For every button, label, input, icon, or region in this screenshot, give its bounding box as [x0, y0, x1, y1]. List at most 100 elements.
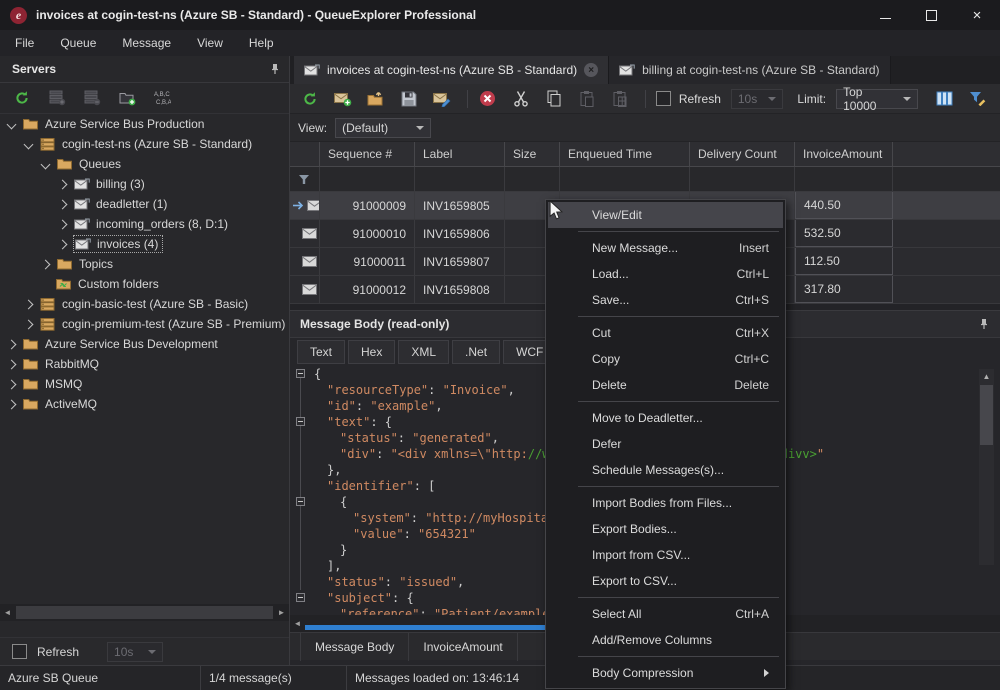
expand-right-icon[interactable]: [24, 299, 34, 309]
scroll-right-icon[interactable]: ►: [274, 605, 289, 620]
tree-item[interactable]: cogin-premium-test (Azure SB - Premium): [0, 314, 288, 334]
collapse-box-icon[interactable]: [296, 497, 305, 506]
minimize-button[interactable]: [862, 0, 908, 30]
scroll-left-icon[interactable]: ◄: [0, 605, 15, 620]
expand-right-icon[interactable]: [7, 399, 17, 409]
collapse-box-icon[interactable]: [296, 369, 305, 378]
delete-icon[interactable]: [478, 89, 498, 109]
expand-right-icon[interactable]: [7, 359, 17, 369]
tree-item[interactable]: incoming_orders (8, D:1): [0, 214, 288, 234]
expand-right-icon[interactable]: [7, 339, 17, 349]
menu-help[interactable]: Help: [236, 32, 287, 54]
refresh-icon[interactable]: [12, 88, 32, 108]
menu-file[interactable]: File: [2, 32, 47, 54]
format-tab-net[interactable]: .Net: [452, 340, 500, 364]
new-message-icon[interactable]: [333, 89, 353, 109]
tree-item[interactable]: deadletter (1): [0, 194, 288, 214]
grid-header-cell[interactable]: Enqueued Time: [560, 142, 690, 167]
tree-item[interactable]: Azure Service Bus Development: [0, 334, 288, 354]
tree-item[interactable]: ActiveMQ: [0, 394, 288, 414]
columns-icon[interactable]: [934, 89, 954, 109]
format-tab-hex[interactable]: Hex: [348, 340, 395, 364]
save-icon[interactable]: [399, 89, 419, 109]
copy-icon[interactable]: [544, 89, 564, 109]
context-menu-item[interactable]: Schedule Messages(s)...: [548, 457, 783, 483]
maximize-button[interactable]: [908, 0, 954, 30]
tree-item[interactable]: Custom folders: [0, 274, 288, 294]
context-menu-item[interactable]: CutCtrl+X: [548, 320, 783, 346]
grid-header-cell[interactable]: Sequence #: [320, 142, 415, 167]
tree-item[interactable]: cogin-test-ns (Azure SB - Standard): [0, 134, 288, 154]
context-menu-item[interactable]: CopyCtrl+C: [548, 346, 783, 372]
view-dropdown[interactable]: (Default): [335, 118, 431, 138]
filter-funnel-cell[interactable]: [290, 167, 320, 192]
menu-message[interactable]: Message: [109, 32, 184, 54]
format-tab-text[interactable]: Text: [297, 340, 345, 364]
menu-queue[interactable]: Queue: [47, 32, 109, 54]
edit-message-icon[interactable]: [432, 89, 452, 109]
fold-toggle-icon[interactable]: [290, 414, 314, 430]
menu-view[interactable]: View: [184, 32, 236, 54]
context-menu-item[interactable]: View/Edit: [548, 202, 783, 228]
fold-toggle-icon[interactable]: [290, 494, 314, 510]
tree-item[interactable]: cogin-basic-test (Azure SB - Basic): [0, 294, 288, 314]
tree-item[interactable]: Topics: [0, 254, 288, 274]
document-tab[interactable]: invoices at cogin-test-ns (Azure SB - St…: [294, 56, 609, 84]
context-menu-item[interactable]: Import Bodies from Files...: [548, 490, 783, 516]
collapse-box-icon[interactable]: [296, 417, 305, 426]
context-menu-item[interactable]: DeleteDelete: [548, 372, 783, 398]
scroll-up-icon[interactable]: ▲: [979, 369, 994, 383]
auto-refresh-checkbox[interactable]: [656, 91, 671, 106]
context-menu-item[interactable]: Export Bodies...: [548, 516, 783, 542]
expand-right-icon[interactable]: [24, 319, 34, 329]
filter-cell[interactable]: [415, 167, 505, 192]
context-menu-item[interactable]: Save...Ctrl+S: [548, 287, 783, 313]
tab-close-icon[interactable]: ×: [584, 63, 598, 77]
close-button[interactable]: ×: [954, 0, 1000, 30]
scroll-left-icon[interactable]: ◄: [290, 616, 305, 631]
tree-item[interactable]: Azure Service Bus Production: [0, 114, 288, 134]
tree-item[interactable]: billing (3): [0, 174, 288, 194]
filter-cell[interactable]: [690, 167, 795, 192]
filter-cell[interactable]: [560, 167, 690, 192]
tree-item[interactable]: MSMQ: [0, 374, 288, 394]
context-menu-item[interactable]: Defer: [548, 431, 783, 457]
refresh-icon[interactable]: [300, 89, 320, 109]
scrollbar-thumb[interactable]: [16, 606, 273, 619]
body-vertical-scrollbar[interactable]: ▲: [979, 369, 994, 565]
format-tab-xml[interactable]: XML: [398, 340, 449, 364]
fold-toggle-icon[interactable]: [290, 366, 314, 382]
expand-down-icon[interactable]: [41, 159, 51, 169]
tree-refresh-checkbox[interactable]: [12, 644, 27, 659]
bottom-tab[interactable]: InvoiceAmount: [409, 633, 517, 661]
expand-right-icon[interactable]: [58, 239, 68, 249]
grid-header-icon-cell[interactable]: [290, 142, 320, 167]
expand-right-icon[interactable]: [58, 199, 68, 209]
tree-item[interactable]: Queues: [0, 154, 288, 174]
expand-right-icon[interactable]: [58, 219, 68, 229]
tree-item[interactable]: RabbitMQ: [0, 354, 288, 374]
context-menu-item[interactable]: Body Compression: [548, 660, 783, 686]
filter-cell[interactable]: [320, 167, 415, 192]
tree-item[interactable]: invoices (4): [0, 234, 288, 254]
grid-header-cell[interactable]: InvoiceAmount: [795, 142, 893, 167]
expand-down-icon[interactable]: [7, 119, 17, 129]
context-menu-item[interactable]: Export to CSV...: [548, 568, 783, 594]
pin-icon[interactable]: [978, 318, 990, 330]
document-tab[interactable]: billing at cogin-test-ns (Azure SB - Sta…: [609, 56, 890, 84]
fold-toggle-icon[interactable]: [290, 590, 314, 606]
cut-icon[interactable]: [511, 89, 531, 109]
limit-dropdown[interactable]: Top 10000: [836, 89, 918, 109]
context-menu-item[interactable]: New Message...Insert: [548, 235, 783, 261]
bottom-tab[interactable]: Message Body: [300, 633, 409, 661]
tree-horizontal-scrollbar[interactable]: ◄ ►: [0, 604, 289, 621]
grid-header-cell[interactable]: Delivery Count: [690, 142, 795, 167]
expand-right-icon[interactable]: [7, 379, 17, 389]
refresh-interval-dropdown[interactable]: 10s: [731, 89, 784, 109]
context-menu-item[interactable]: Import from CSV...: [548, 542, 783, 568]
context-menu-item[interactable]: Load...Ctrl+L: [548, 261, 783, 287]
grid-header-cell[interactable]: Size: [505, 142, 560, 167]
tree-refresh-interval-dropdown[interactable]: 10s: [107, 642, 163, 662]
context-menu-item[interactable]: Select AllCtrl+A: [548, 601, 783, 627]
pin-icon[interactable]: [269, 63, 281, 75]
